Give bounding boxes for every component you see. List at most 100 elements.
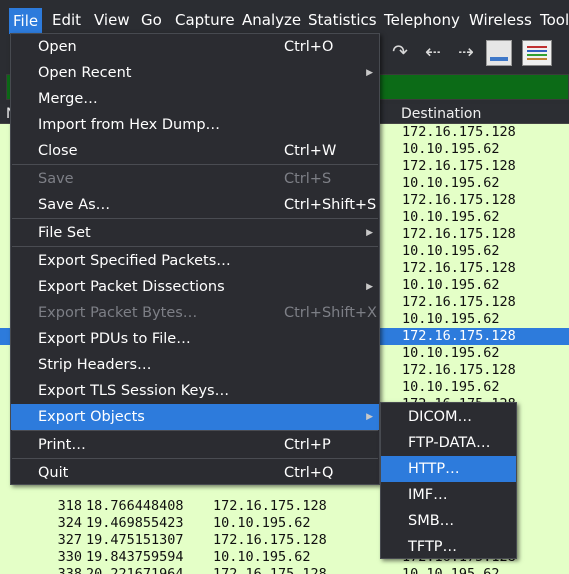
menu-item-label: Import from Hex Dump…	[38, 117, 221, 133]
menu-item-shortcut: Ctrl+W	[284, 143, 337, 159]
file-menu-item-file-set[interactable]: File Set ▶	[11, 220, 379, 246]
file-menu-item-export-packet-bytes[interactable]: Export Packet Bytes… Ctrl+Shift+X	[11, 300, 379, 326]
file-menu-item-open-recent[interactable]: Open Recent ▶	[11, 60, 379, 86]
menu-statistics[interactable]: Statistics	[308, 0, 377, 34]
packet-destination: 172.16.175.128	[402, 158, 516, 174]
packet-destination: 172.16.175.128	[402, 362, 516, 378]
menu-item-label: TFTP…	[408, 539, 458, 555]
file-menu-item-export-specified-packets[interactable]: Export Specified Packets…	[11, 248, 379, 274]
packet-time: 19.475151307	[86, 532, 184, 548]
menu-item-label: File Set	[38, 225, 91, 241]
go-back-icon[interactable]: ⇠	[421, 34, 445, 70]
menu-go[interactable]: Go	[141, 0, 162, 34]
packet-time: 19.469855423	[86, 515, 184, 531]
file-menu-item-quit[interactable]: Quit Ctrl+Q	[11, 460, 379, 486]
packet-no: 327	[57, 532, 82, 548]
submenu-arrow-icon: ▶	[366, 412, 373, 422]
export-objects-item-imf[interactable]: IMF…	[381, 482, 516, 508]
column-destination-header[interactable]: Destination	[401, 104, 481, 124]
file-menu-item-export-objects[interactable]: Export Objects ▶	[11, 404, 379, 430]
file-menu-item-save-as[interactable]: Save As… Ctrl+Shift+S	[11, 192, 379, 218]
packet-destination: 10.10.195.62	[402, 277, 500, 293]
export-objects-item-ftp-data[interactable]: FTP-DATA…	[381, 430, 516, 456]
menu-separator	[12, 458, 378, 459]
menu-item-shortcut: Ctrl+P	[284, 437, 331, 453]
menu-file[interactable]: File	[9, 8, 43, 34]
menu-item-label: Open	[38, 39, 77, 55]
export-objects-item-dicom[interactable]: DICOM…	[381, 404, 516, 430]
menu-item-label: Export TLS Session Keys…	[38, 383, 230, 399]
menu-item-label: SMB…	[408, 513, 455, 529]
menubar: File Edit View Go Capture Analyze Statis…	[0, 0, 569, 34]
export-objects-item-smb[interactable]: SMB…	[381, 508, 516, 534]
file-menu-item-print[interactable]: Print… Ctrl+P	[11, 432, 379, 458]
packet-source: 10.10.195.62	[213, 515, 311, 531]
go-forward-icon[interactable]: ⇢	[454, 34, 478, 70]
menu-item-label: Quit	[38, 465, 69, 481]
file-menu: Open Ctrl+O Open Recent ▶ Merge… Import from …	[10, 33, 380, 485]
packet-destination: 10.10.195.62	[402, 175, 500, 191]
file-menu-item-export-pdus-to-file[interactable]: Export PDUs to File…	[11, 326, 379, 352]
submenu-arrow-icon: ▶	[366, 228, 373, 238]
menu-item-label: Export Packet Dissections	[38, 279, 225, 295]
menu-separator	[12, 430, 378, 431]
menu-item-label: Print…	[38, 437, 86, 453]
export-objects-item-tftp[interactable]: TFTP…	[381, 534, 516, 560]
menu-item-label: HTTP…	[408, 461, 460, 477]
colorize-icon[interactable]	[522, 40, 552, 66]
packet-destination: 172.16.175.128	[402, 294, 516, 310]
menu-tools[interactable]: Tool	[540, 0, 569, 34]
menu-wireless[interactable]: Wireless	[469, 0, 532, 34]
packet-destination: 10.10.195.62	[402, 311, 500, 327]
packet-destination: 10.10.195.62	[402, 379, 500, 395]
packet-row[interactable]: 338 20.221671964 172.16.175.128 10.10.195.6…	[0, 566, 569, 574]
menu-item-label: IMF…	[408, 487, 448, 503]
menu-item-shortcut: Ctrl+O	[284, 39, 334, 55]
menu-capture[interactable]: Capture	[175, 0, 235, 34]
menu-view[interactable]: View	[94, 0, 130, 34]
file-menu-item-export-packet-dissections[interactable]: Export Packet Dissections ▶	[11, 274, 379, 300]
menu-edit[interactable]: Edit	[52, 0, 81, 34]
menu-telephony[interactable]: Telephony	[384, 0, 460, 34]
file-menu-item-strip-headers[interactable]: Strip Headers…	[11, 352, 379, 378]
packet-destination: 172.16.175.128	[402, 192, 516, 208]
file-menu-item-save[interactable]: Save Ctrl+S	[11, 166, 379, 192]
export-objects-submenu: DICOM… FTP-DATA… HTTP… IMF… SMB… TFTP…	[380, 402, 517, 559]
jump-icon[interactable]: ↷	[388, 34, 412, 70]
menu-item-label: Save	[38, 171, 74, 187]
menu-item-shortcut: Ctrl+S	[284, 171, 332, 187]
packet-source: 172.16.175.128	[213, 532, 327, 548]
menu-analyze[interactable]: Analyze	[242, 0, 301, 34]
packet-no: 324	[57, 515, 82, 531]
packet-destination: 172.16.175.128	[402, 226, 516, 242]
submenu-arrow-icon: ▶	[366, 282, 373, 292]
packet-destination: 10.10.195.62	[402, 243, 500, 259]
packet-source: 172.16.175.128	[213, 498, 327, 514]
export-objects-item-http[interactable]: HTTP…	[381, 456, 516, 482]
menu-item-shortcut: Ctrl+Q	[284, 465, 334, 481]
packet-source: 10.10.195.62	[213, 549, 311, 565]
file-menu-item-open[interactable]: Open Ctrl+O	[11, 34, 379, 60]
menu-item-label: FTP-DATA…	[408, 435, 491, 451]
menu-item-label: Close	[38, 143, 78, 159]
menu-separator	[12, 218, 378, 219]
packet-no: 330	[57, 549, 82, 565]
file-menu-item-import-from-hex-dump[interactable]: Import from Hex Dump…	[11, 112, 379, 138]
menu-item-label: Save As…	[38, 197, 111, 213]
file-menu-item-merge[interactable]: Merge…	[11, 86, 379, 112]
menu-item-label: Export PDUs to File…	[38, 331, 191, 347]
menu-separator	[12, 164, 378, 165]
menu-item-label: Export Objects	[38, 409, 145, 425]
autoscroll-icon[interactable]	[486, 40, 512, 66]
submenu-arrow-icon: ▶	[366, 68, 373, 78]
packet-destination: 172.16.175.128	[402, 328, 516, 344]
packet-destination: 10.10.195.62	[402, 345, 500, 361]
menu-item-label: DICOM…	[408, 409, 472, 425]
file-menu-item-close[interactable]: Close Ctrl+W	[11, 138, 379, 164]
packet-no: 318	[57, 498, 82, 514]
menu-item-label: Export Packet Bytes…	[38, 305, 198, 321]
menu-item-shortcut: Ctrl+Shift+X	[284, 305, 377, 321]
menu-item-shortcut: Ctrl+Shift+S	[284, 197, 377, 213]
packet-time: 18.766448408	[86, 498, 184, 514]
file-menu-item-export-tls-session-keys[interactable]: Export TLS Session Keys…	[11, 378, 379, 404]
